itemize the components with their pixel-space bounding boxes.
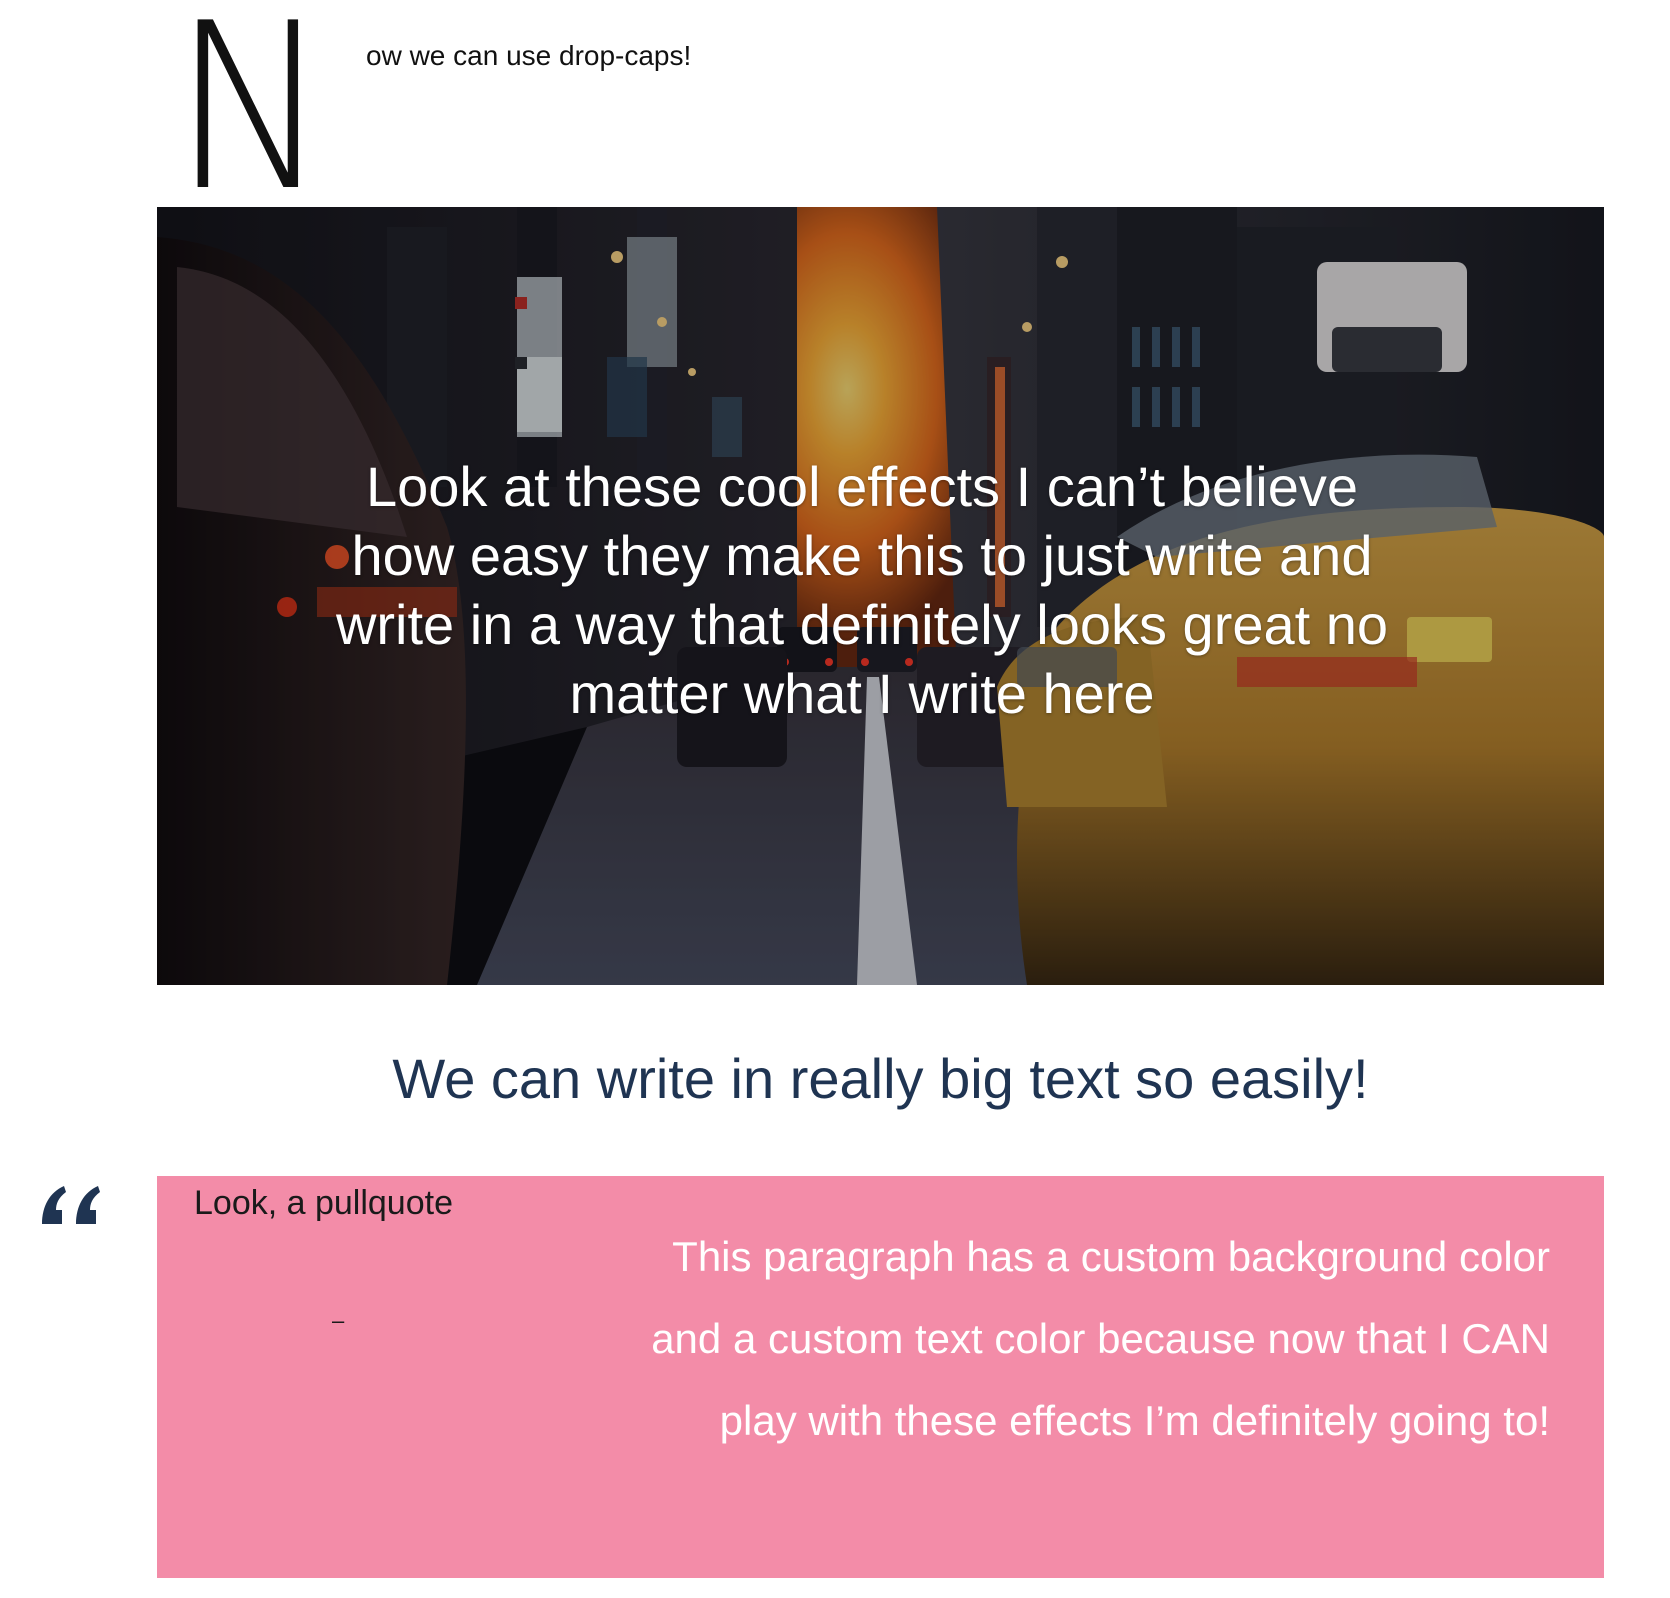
cover-text: Look at these cool effects I can’t belie… — [335, 455, 1389, 725]
pullquote-label: Look, a pullquote — [194, 1184, 453, 1222]
cover-block: Look at these cool effects I can’t belie… — [157, 207, 1604, 985]
custom-color-paragraph: This paragraph has a custom background c… — [651, 1233, 1550, 1444]
pullquote-citation-dash: – — [332, 1308, 345, 1333]
dropcap-paragraph: N ow we can use drop-caps! — [0, 0, 1670, 224]
large-text-heading: We can write in really big text so easil… — [392, 1047, 1369, 1110]
quote-icon — [42, 1186, 100, 1224]
dropcap-letter: N — [172, 0, 330, 242]
dropcap-text: ow we can use drop-caps! — [366, 40, 692, 71]
